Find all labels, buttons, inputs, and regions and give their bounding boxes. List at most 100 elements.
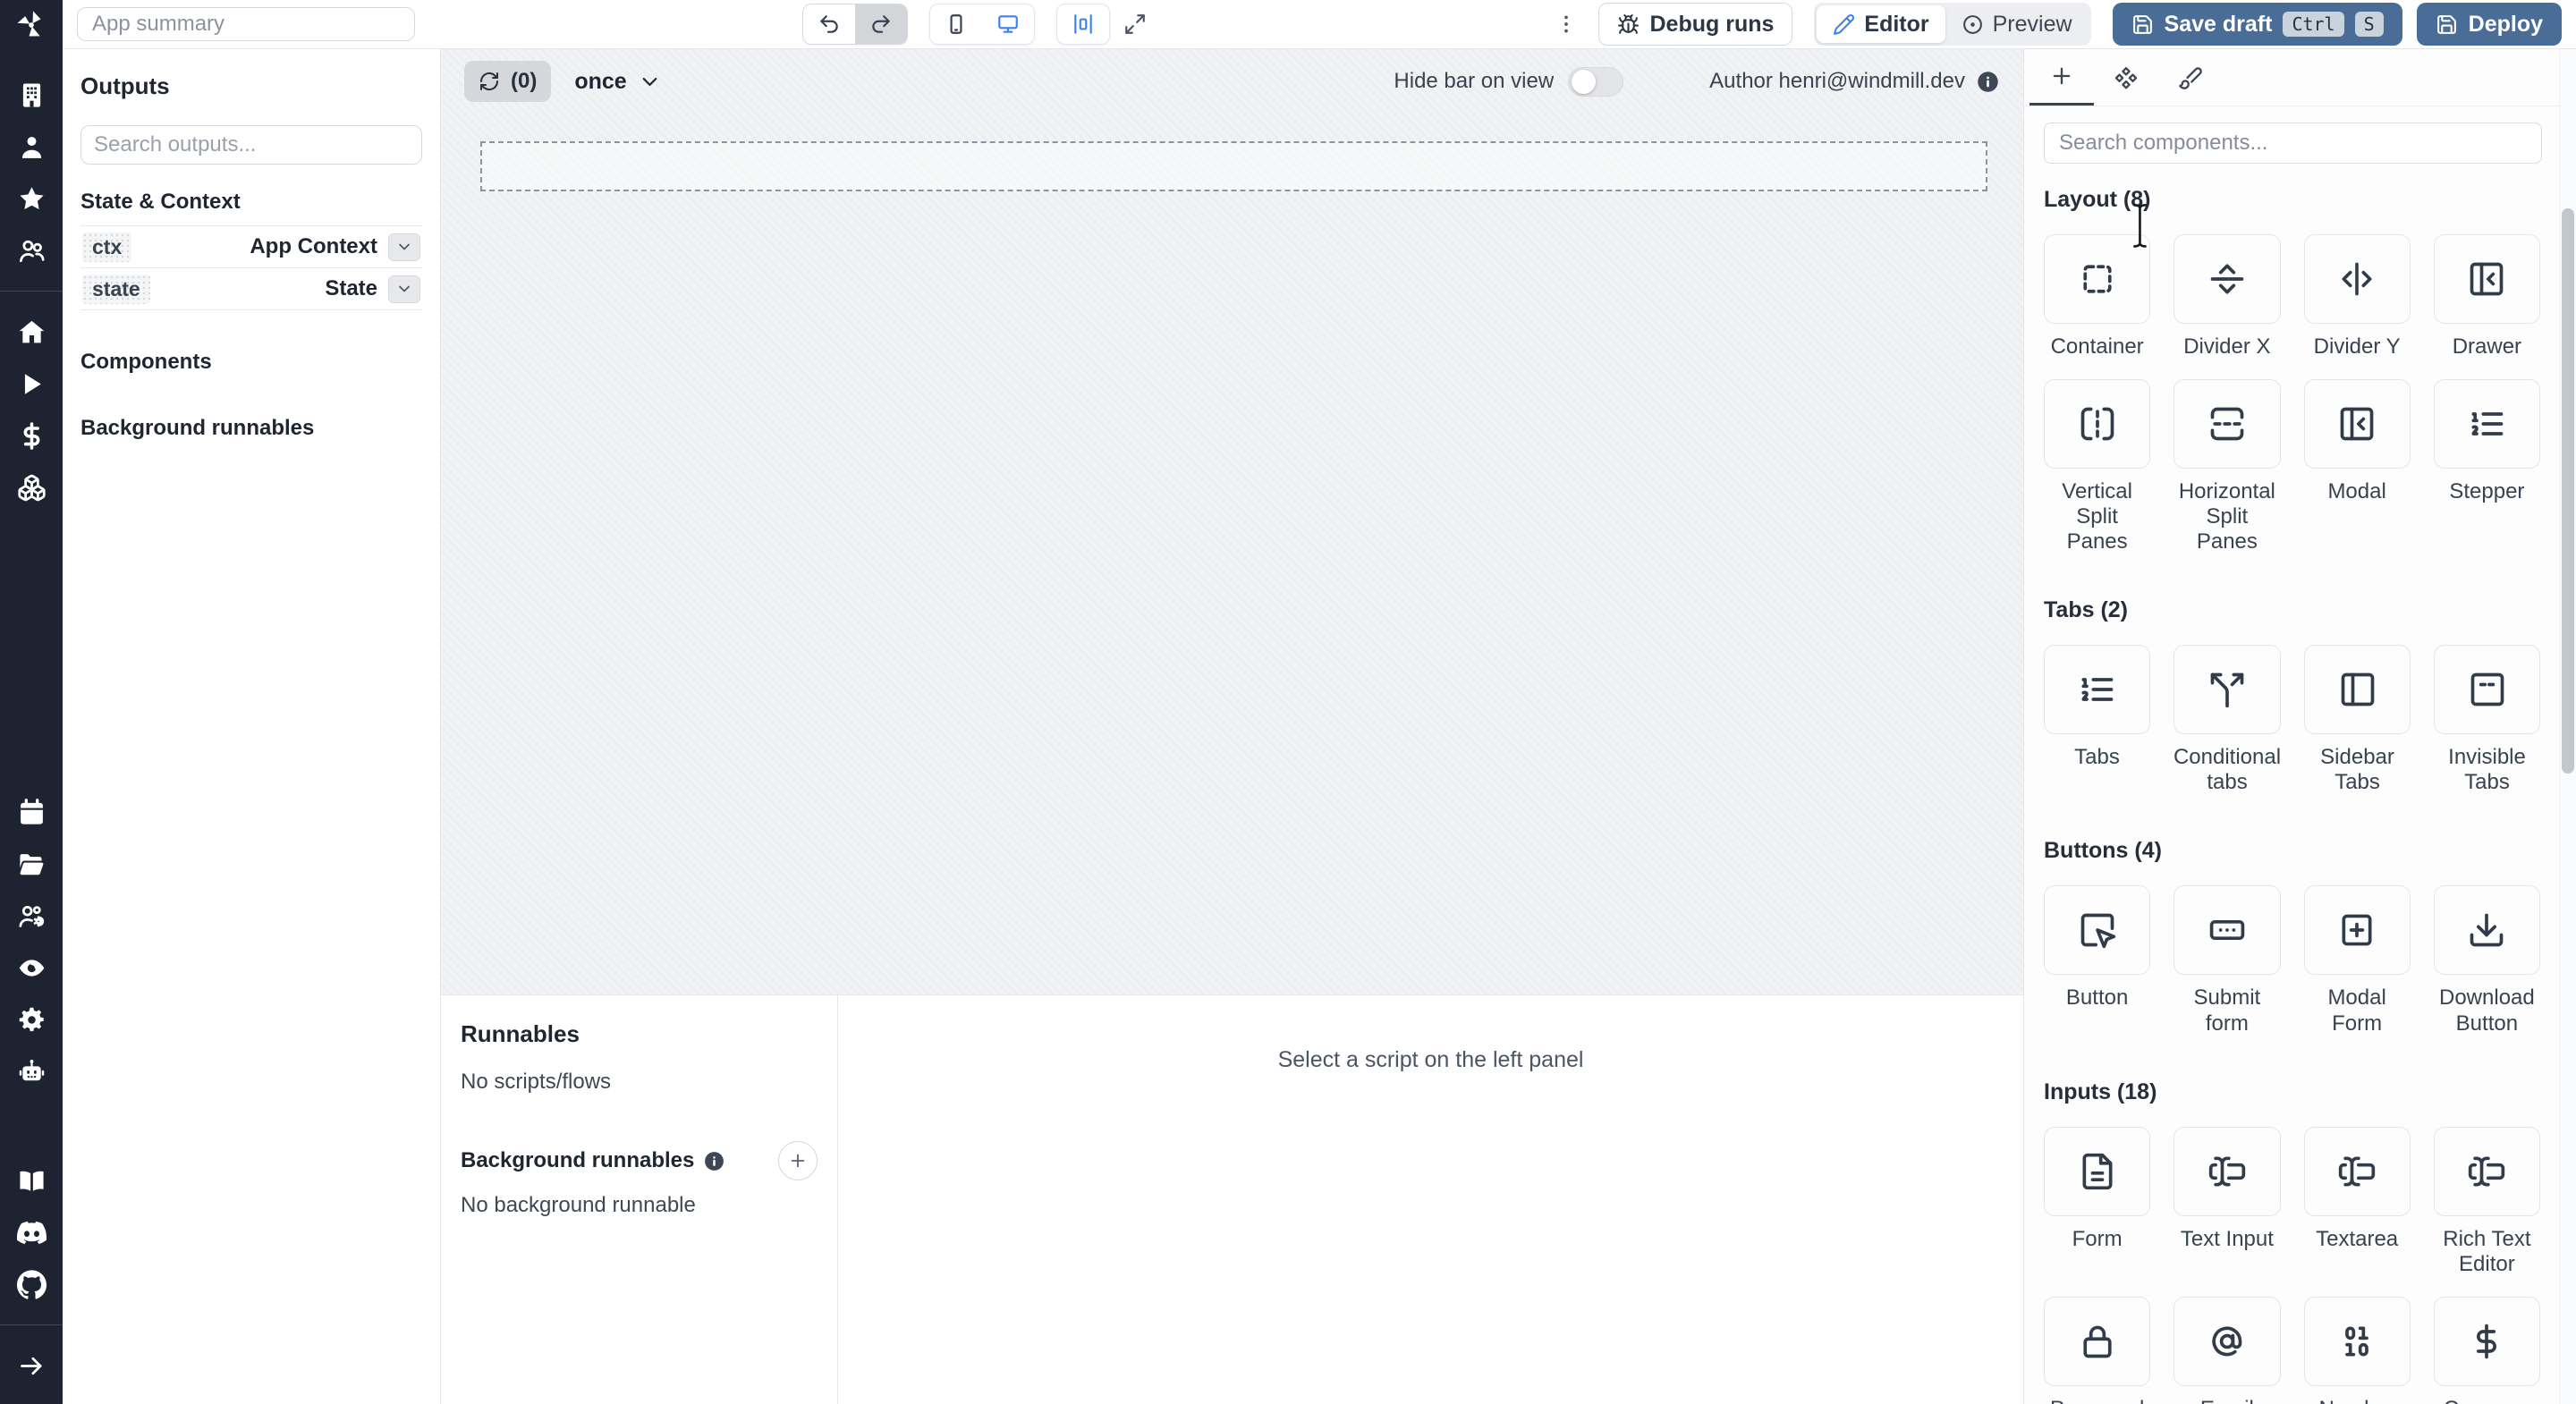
output-row-ctx[interactable]: ctx App Context: [80, 225, 422, 267]
output-row-state[interactable]: state State: [80, 267, 422, 309]
component-card-conditional-tabs[interactable]: [2173, 645, 2282, 735]
sidebar-item-discord[interactable]: [0, 1206, 63, 1258]
sidebar-item-dollar[interactable]: [0, 410, 63, 461]
app-canvas[interactable]: (0) once Hide bar on view Author henri@w…: [441, 49, 2023, 994]
chevron-down-icon: [395, 280, 413, 298]
sidebar-item-boxes[interactable]: [0, 461, 63, 513]
deploy-button[interactable]: Deploy: [2416, 3, 2563, 46]
component-card-divider-x[interactable]: [2174, 234, 2281, 324]
hide-bar-toggle[interactable]: [1568, 66, 1624, 97]
component-card-horizontal-split-panes[interactable]: [2174, 379, 2281, 469]
component-card-rich-text-editor[interactable]: [2433, 1126, 2540, 1216]
component-card-label: Currency: [2444, 1397, 2530, 1404]
component-card-label: Email Input: [2174, 1397, 2280, 1404]
sidebar-item-calendar[interactable]: [0, 786, 63, 838]
component-block: Conditional tabs: [2173, 645, 2282, 795]
component-card-vertical-split-panes[interactable]: [2044, 379, 2151, 469]
component-card-label: Stepper: [2449, 479, 2525, 504]
component-card-modal[interactable]: [2303, 379, 2411, 469]
desktop-view-button[interactable]: [982, 4, 1035, 44]
schedule-dropdown[interactable]: once: [574, 69, 661, 95]
component-card-text-input[interactable]: [2174, 1126, 2281, 1216]
refresh-components-button[interactable]: (0): [464, 61, 552, 102]
monitor-icon: [996, 13, 1020, 36]
sidebar-item-bot[interactable]: [0, 1045, 63, 1097]
output-key-badge: ctx: [82, 232, 132, 262]
tab-insert-component[interactable]: [2029, 49, 2094, 106]
debug-runs-button[interactable]: Debug runs: [1597, 3, 1793, 46]
mobile-view-button[interactable]: [930, 4, 983, 44]
component-section-title: Layout (8): [2044, 187, 2151, 212]
component-block: Vertical Split Panes: [2044, 379, 2151, 554]
panel-left-close-icon: [2337, 404, 2377, 444]
component-card-label: Tabs: [2074, 745, 2120, 770]
info-icon[interactable]: [1976, 70, 2000, 94]
app-summary-input[interactable]: [77, 7, 415, 41]
component-card-sidebar-tabs[interactable]: [2304, 645, 2411, 735]
search-outputs-input[interactable]: [80, 125, 422, 165]
sidebar-item-play[interactable]: [0, 358, 63, 410]
search-components-input[interactable]: [2044, 123, 2542, 164]
component-card-download-button[interactable]: [2433, 885, 2540, 976]
sidebar-item-building[interactable]: [0, 69, 63, 121]
component-card-form[interactable]: [2044, 1126, 2151, 1216]
save-draft-button[interactable]: Save draft Ctrl S: [2112, 3, 2402, 46]
sidebar-item-eye[interactable]: [0, 942, 63, 994]
more-menu-button[interactable]: [1548, 4, 1584, 44]
expand-state-button[interactable]: [388, 275, 420, 303]
component-card-stepper[interactable]: [2433, 379, 2540, 469]
component-card-drawer[interactable]: [2433, 234, 2540, 324]
component-card-email-input[interactable]: [2174, 1296, 2281, 1386]
sidebar-item-star[interactable]: [0, 173, 63, 224]
component-card-label: Submit form: [2193, 985, 2261, 1036]
sidebar-item-book-open[interactable]: [0, 1154, 63, 1206]
app-sidebar: [0, 0, 63, 1404]
component-card-number[interactable]: [2303, 1296, 2411, 1386]
expand-ctx-button[interactable]: [388, 233, 420, 261]
undo-icon: [818, 13, 841, 36]
component-card-label: Button: [2065, 985, 2129, 1011]
bot-icon: [17, 1057, 47, 1087]
empty-grid-placeholder[interactable]: [480, 141, 1987, 191]
tab-styling[interactable]: [2158, 49, 2223, 106]
tab-preview[interactable]: Preview: [1945, 5, 2089, 43]
sidebar-item-github[interactable]: [0, 1258, 63, 1310]
scrollbar-thumb[interactable]: [2562, 208, 2574, 774]
sidebar-item-folder-open[interactable]: [0, 838, 63, 890]
tab-component-settings[interactable]: [2094, 49, 2158, 106]
sidebar-item-arrow-right[interactable]: [0, 1340, 63, 1391]
component-card-divider-y[interactable]: [2303, 234, 2411, 324]
scrollbar-track[interactable]: [2559, 49, 2576, 1404]
undo-button[interactable]: [803, 4, 856, 44]
github-icon: [16, 1269, 47, 1299]
select-script-hint: Select a script on the left panel: [1277, 1047, 1584, 1072]
component-card-modal-form[interactable]: [2303, 885, 2411, 976]
sidebar-item-users-cog[interactable]: [0, 890, 63, 942]
component-card-invisible-tabs[interactable]: [2434, 645, 2540, 735]
tab-editor[interactable]: Editor: [1817, 5, 1945, 43]
settings-icon: [17, 1005, 47, 1035]
component-card-tabs[interactable]: [2044, 645, 2150, 735]
redo-button[interactable]: [855, 4, 908, 44]
component-card-submit-form[interactable]: [2174, 885, 2281, 976]
panel-left-close-icon: [2467, 259, 2506, 299]
center-content-button[interactable]: [1057, 4, 1110, 44]
sidebar-item-home[interactable]: [0, 306, 63, 358]
component-card-button[interactable]: [2044, 885, 2151, 976]
component-section: Layout (8) Container Divider X Divider Y Dra…: [2044, 187, 2540, 574]
sidebar-item-user[interactable]: [0, 121, 63, 173]
add-background-runnable-button[interactable]: [778, 1141, 818, 1180]
component-card-container[interactable]: [2044, 234, 2151, 324]
runnables-list-column: Runnables No scripts/flows Background ru…: [441, 995, 838, 1404]
fullscreen-button[interactable]: [1110, 4, 1160, 44]
windmill-logo[interactable]: [0, 0, 63, 49]
component-card-label: Modal: [2327, 479, 2386, 504]
component-block: Drawer: [2433, 234, 2540, 359]
info-icon[interactable]: [703, 1150, 725, 1172]
sidebar-item-users[interactable]: [0, 224, 63, 276]
component-card-currency[interactable]: [2433, 1296, 2540, 1386]
component-card-textarea[interactable]: [2303, 1126, 2411, 1216]
sidebar-item-settings[interactable]: [0, 994, 63, 1045]
component-card-password[interactable]: [2044, 1296, 2151, 1386]
component-block: Divider X: [2174, 234, 2281, 359]
